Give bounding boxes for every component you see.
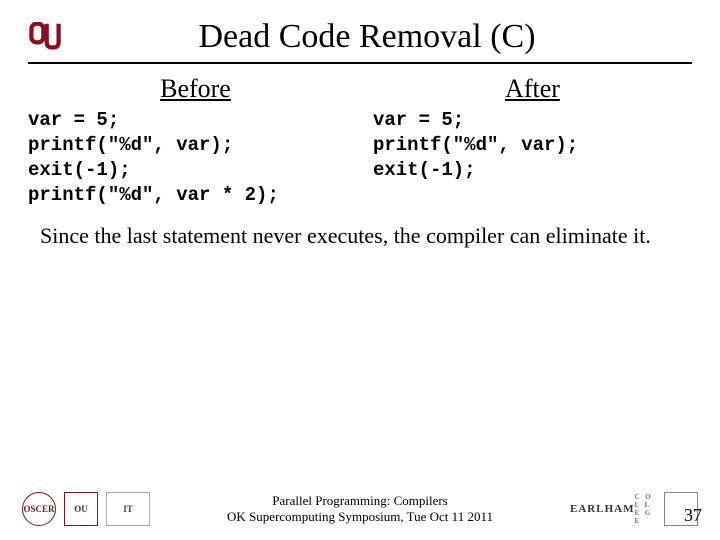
explanation-text: Since the last statement never executes,… bbox=[40, 222, 680, 250]
page-number: 37 bbox=[684, 505, 702, 526]
before-column: Before var = 5; printf("%d", var); exit(… bbox=[28, 74, 363, 208]
after-code-block: var = 5; printf("%d", var); exit(-1); bbox=[373, 108, 692, 183]
footer-left-logos: OSCER OU IT bbox=[22, 492, 150, 526]
slide-footer: OSCER OU IT Parallel Programming: Compil… bbox=[0, 492, 720, 526]
after-heading: After bbox=[373, 74, 692, 104]
slide-header: Dead Code Removal (C) bbox=[28, 18, 692, 64]
slide-title: Dead Code Removal (C) bbox=[76, 18, 692, 56]
ou-small-logo-icon: OU bbox=[64, 492, 98, 526]
footer-caption: Parallel Programming: Compilers OK Super… bbox=[227, 493, 493, 524]
oscer-seal-icon: OSCER bbox=[22, 492, 56, 526]
earlham-subtext: C O L L E G E bbox=[634, 493, 656, 525]
earlham-text: EARLHAM bbox=[570, 503, 634, 515]
earlham-logo-icon: EARLHAM C O L L E G E bbox=[570, 492, 656, 526]
it-logo-icon: IT bbox=[106, 492, 150, 526]
before-code-block: var = 5; printf("%d", var); exit(-1); pr… bbox=[28, 108, 363, 208]
footer-line2: OK Supercomputing Symposium, Tue Oct 11 … bbox=[227, 509, 493, 525]
slide: Dead Code Removal (C) Before var = 5; pr… bbox=[0, 0, 720, 540]
code-columns: Before var = 5; printf("%d", var); exit(… bbox=[28, 74, 692, 208]
before-heading: Before bbox=[28, 74, 363, 104]
footer-line1: Parallel Programming: Compilers bbox=[227, 493, 493, 509]
footer-right-logos: EARLHAM C O L L E G E bbox=[570, 492, 698, 526]
ou-logo-icon bbox=[28, 22, 62, 56]
after-column: After var = 5; printf("%d", var); exit(-… bbox=[373, 74, 692, 208]
